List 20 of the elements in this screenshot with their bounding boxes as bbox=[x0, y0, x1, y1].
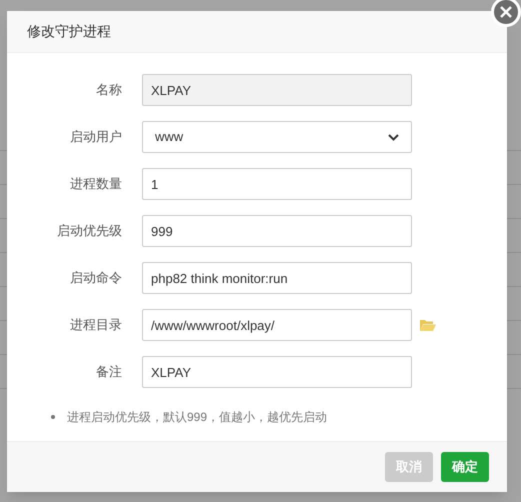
bullet-icon bbox=[51, 415, 55, 419]
dialog-title: 修改守护进程 bbox=[27, 22, 111, 41]
field-label: 启动命令 bbox=[69, 269, 122, 288]
input-field[interactable]: /www/wwwroot/xlpay/ bbox=[142, 309, 412, 341]
field-label: 备注 bbox=[95, 363, 122, 382]
field-label: 启动用户 bbox=[69, 128, 122, 146]
field-label: 名称 bbox=[95, 81, 122, 100]
chevron-down-icon bbox=[388, 134, 399, 140]
input-field[interactable]: 1 bbox=[142, 168, 412, 200]
field-label: 进程数量 bbox=[69, 175, 122, 194]
input-field[interactable]: XLPAY bbox=[142, 74, 412, 106]
field-label: 进程目录 bbox=[69, 316, 122, 334]
field-label: 启动优先级 bbox=[56, 222, 122, 240]
close-icon bbox=[500, 6, 512, 18]
close-button[interactable] bbox=[491, 0, 521, 27]
input-field[interactable]: XLPAY bbox=[142, 356, 412, 388]
input-field[interactable]: php82 think monitor:run bbox=[142, 262, 412, 294]
user-select[interactable]: www bbox=[142, 121, 412, 153]
hint-text: 进程启动优先级，默认999，值越小，越优先启动 bbox=[67, 409, 328, 426]
input-field[interactable]: 999 bbox=[142, 215, 412, 247]
